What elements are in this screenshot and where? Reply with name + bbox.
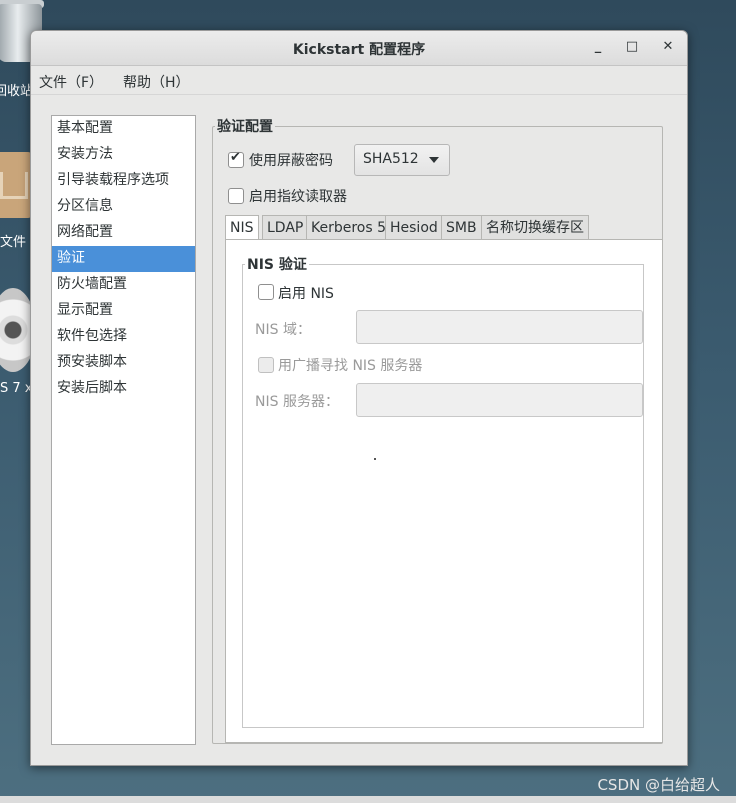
broadcast-nis-checkbox[interactable] — [258, 357, 274, 373]
nis-domain-label: NIS 域： — [255, 322, 311, 338]
menu-help[interactable]: 帮助（H） — [123, 72, 190, 92]
maximize-button[interactable]: □ — [625, 40, 639, 54]
fingerprint-label: 启用指纹读取器 — [249, 189, 347, 205]
fingerprint-checkbox[interactable] — [228, 188, 244, 204]
nav-item-authentication[interactable]: 验证 — [52, 246, 195, 272]
title-bar[interactable]: Kickstart 配置程序 _ □ ✕ — [31, 31, 687, 66]
nav-item-network[interactable]: 网络配置 — [52, 220, 195, 246]
nav-item-bootloader[interactable]: 引导装载程序选项 — [52, 168, 195, 194]
watermark: CSDN @白给超人 — [597, 776, 720, 794]
chevron-down-icon — [429, 157, 439, 163]
shadow-password-checkbox[interactable] — [228, 150, 244, 168]
nis-domain-input[interactable] — [356, 310, 643, 344]
tab-hesiod[interactable]: Hesiod — [385, 215, 443, 241]
enable-nis-label: 启用 NIS — [278, 286, 334, 302]
home-folder-label: 文件 — [0, 235, 27, 250]
close-button[interactable]: ✕ — [661, 40, 675, 54]
tab-smb[interactable]: SMB — [441, 215, 482, 241]
nav-item-packages[interactable]: 软件包选择 — [52, 324, 195, 350]
nav-item-install-method[interactable]: 安装方法 — [52, 142, 195, 168]
home-folder-icon[interactable] — [0, 142, 32, 220]
window-title: Kickstart 配置程序 — [292, 42, 426, 58]
shadow-password-label: 使用屏蔽密码 — [249, 153, 333, 169]
nav-item-partition[interactable]: 分区信息 — [52, 194, 195, 220]
auth-config-title: 验证配置 — [215, 116, 275, 136]
nav-item-post-script[interactable]: 安装后脚本 — [52, 376, 195, 402]
section-list: 基本配置 安装方法 引导装载程序选项 分区信息 网络配置 验证 防火墙配置 显示… — [51, 115, 196, 745]
broadcast-nis-label: 用广播寻找 NIS 服务器 — [278, 358, 423, 374]
minimize-button[interactable]: _ — [591, 40, 605, 54]
nav-item-firewall[interactable]: 防火墙配置 — [52, 272, 195, 298]
nav-item-basic-config[interactable]: 基本配置 — [52, 116, 195, 142]
tab-nis[interactable]: NIS — [225, 215, 259, 242]
nis-server-input[interactable] — [356, 383, 643, 417]
nav-item-pre-script[interactable]: 预安装脚本 — [52, 350, 195, 376]
tab-nscd[interactable]: 名称切换缓存区 — [481, 215, 589, 241]
nis-server-label: NIS 服务器： — [255, 394, 339, 410]
trash-label: 回收站 — [0, 84, 34, 99]
stray-dot — [374, 458, 376, 460]
kickstart-window: Kickstart 配置程序 _ □ ✕ 文件（F） 帮助（H） 基本配置 安装… — [30, 30, 688, 766]
nis-auth-title: NIS 验证 — [245, 254, 309, 274]
menu-file[interactable]: 文件（F） — [39, 72, 103, 92]
hash-algorithm-value: SHA512 — [363, 151, 419, 167]
disc-label: S 7 x — [0, 381, 33, 396]
tab-kerberos[interactable]: Kerberos 5 — [306, 215, 392, 241]
bottom-panel — [0, 796, 736, 803]
nav-item-display[interactable]: 显示配置 — [52, 298, 195, 324]
menu-bar: 文件（F） 帮助（H） — [31, 66, 687, 95]
nis-tab-panel: NIS 验证 启用 NIS NIS 域： 用广播寻找 NIS 服务器 NIS 服… — [225, 239, 663, 743]
tab-ldap[interactable]: LDAP — [262, 215, 309, 241]
enable-nis-checkbox[interactable] — [258, 284, 274, 300]
hash-algorithm-select[interactable]: SHA512 — [354, 144, 450, 176]
